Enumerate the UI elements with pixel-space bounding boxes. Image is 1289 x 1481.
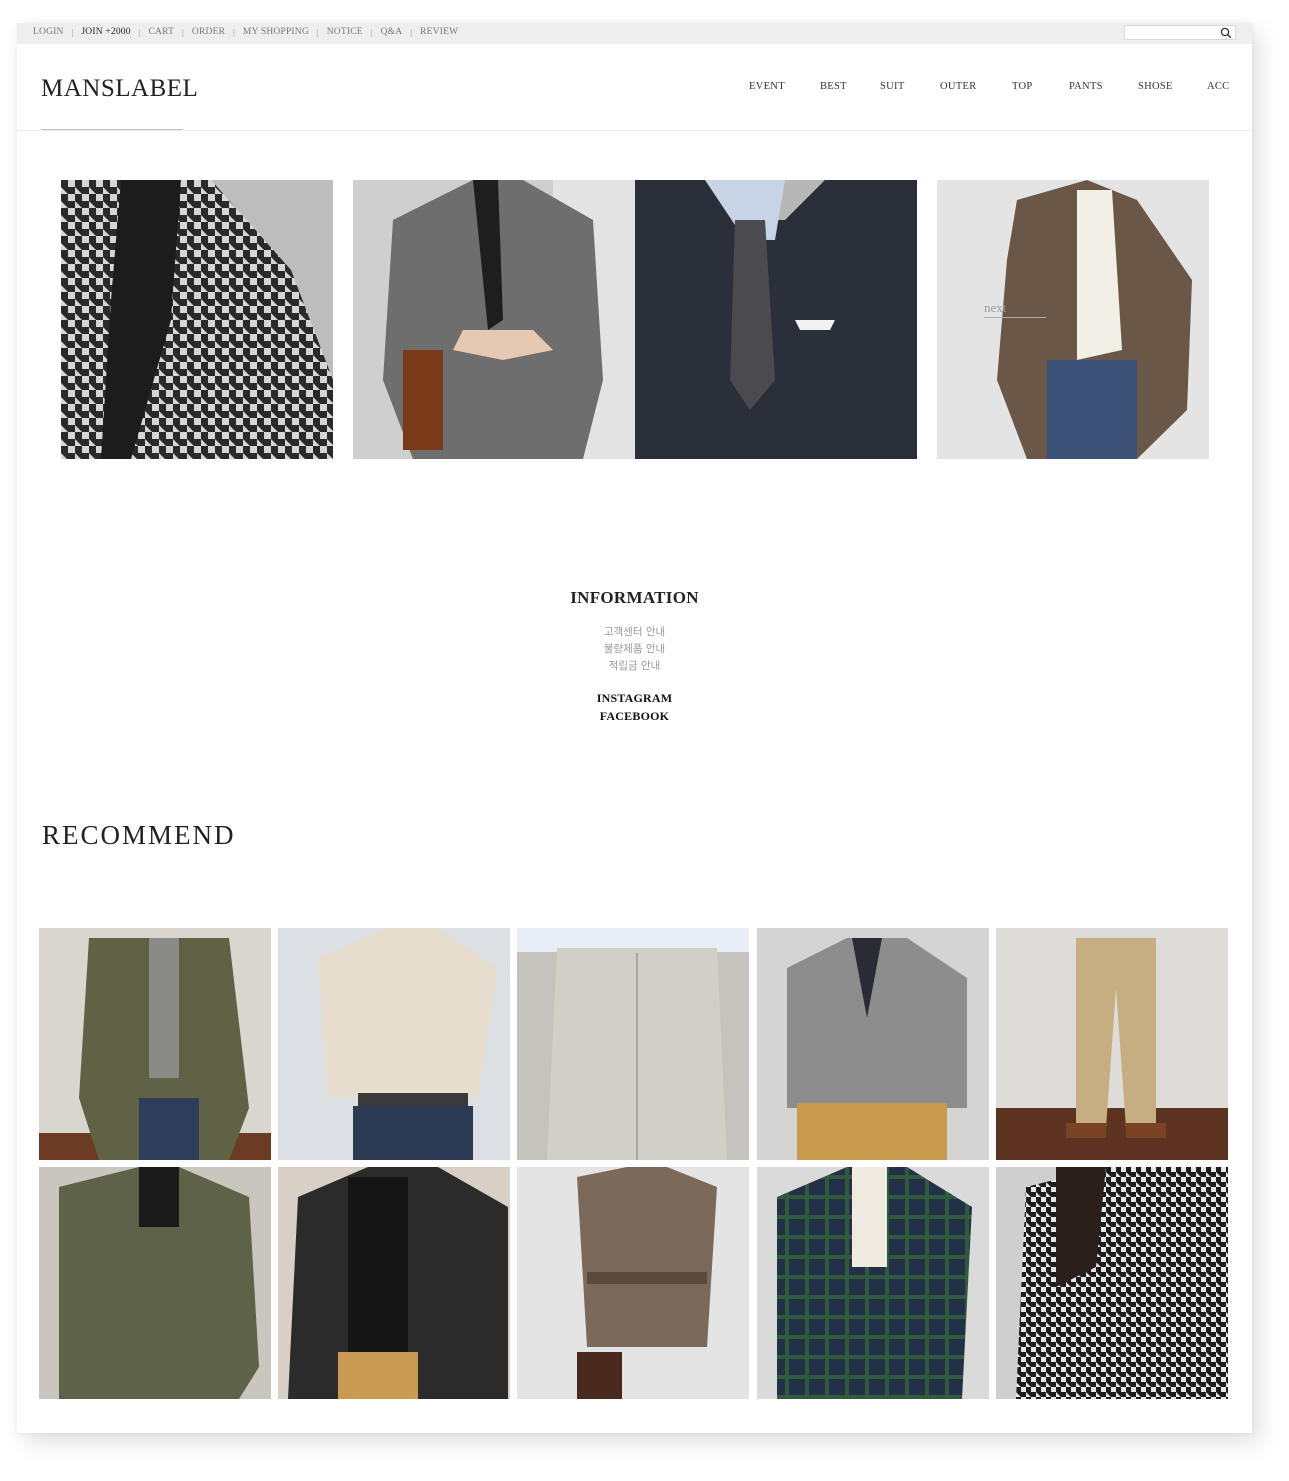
facebook-link[interactable]: FACEBOOK	[17, 709, 1252, 724]
review-link[interactable]: REVIEW	[420, 27, 458, 37]
nav-acc[interactable]: ACC	[1207, 81, 1230, 92]
product-image-cream-henley[interactable]	[278, 928, 510, 1160]
banner-image-tweed-jacket[interactable]	[937, 180, 1209, 459]
product-image-gray-half-zip[interactable]	[757, 928, 989, 1160]
product-image-khaki-pants[interactable]	[996, 928, 1228, 1160]
information-title: INFORMATION	[570, 588, 699, 607]
login-link[interactable]: LOGIN	[33, 27, 64, 37]
join-link[interactable]: JOIN +2000	[81, 27, 130, 37]
cart-link[interactable]: CART	[149, 27, 175, 37]
nav-best[interactable]: BEST	[820, 81, 847, 92]
product-image-olive-field-jacket[interactable]	[39, 928, 271, 1160]
order-link[interactable]: ORDER	[192, 27, 225, 37]
product-image-charcoal-jacket[interactable]	[278, 1167, 510, 1399]
notice-link[interactable]: NOTICE	[327, 27, 363, 37]
divider: |	[370, 27, 373, 37]
product-image-beige-trousers[interactable]	[517, 928, 749, 1160]
nav-shose[interactable]: SHOSE	[1138, 81, 1173, 92]
recommend-title: RECOMMEND	[42, 820, 236, 850]
banner-image-houndstooth[interactable]	[61, 180, 333, 459]
reward-points-link[interactable]: 적립금 안내	[17, 658, 1252, 673]
header-divider	[17, 130, 1252, 131]
banner-next-button[interactable]: next	[984, 300, 1046, 318]
nav-outer[interactable]: OUTER	[940, 81, 977, 92]
nav-top[interactable]: TOP	[1012, 81, 1033, 92]
divider: |	[71, 27, 74, 37]
utility-bar: LOGIN | JOIN +2000 | CART | ORDER | MY S…	[17, 23, 1252, 44]
product-image-olive-parka[interactable]	[39, 1167, 271, 1399]
qa-link[interactable]: Q&A	[381, 27, 403, 37]
instagram-link[interactable]: INSTAGRAM	[17, 691, 1252, 706]
search-box	[1124, 25, 1236, 40]
divider: |	[182, 27, 184, 37]
utility-nav: LOGIN | JOIN +2000 | CART | ORDER | MY S…	[33, 27, 458, 37]
product-image-suede-safari-jacket[interactable]	[517, 1167, 749, 1399]
banner-image-navy-suit[interactable]	[635, 180, 917, 459]
page-container: LOGIN | JOIN +2000 | CART | ORDER | MY S…	[17, 23, 1252, 1433]
divider: |	[233, 27, 235, 37]
defective-product-link[interactable]: 불량제품 안내	[17, 641, 1252, 656]
divider: |	[138, 27, 141, 37]
customer-center-link[interactable]: 고객센터 안내	[17, 624, 1252, 639]
nav-suit[interactable]: SUIT	[880, 81, 905, 92]
nav-event[interactable]: EVENT	[749, 81, 785, 92]
nav-pants[interactable]: PANTS	[1069, 81, 1103, 92]
banner-image-gray-suit[interactable]	[353, 180, 635, 459]
divider: |	[316, 27, 319, 37]
main-nav: EVENT BEST SUIT OUTER TOP PANTS SHOSE AC…	[17, 81, 1252, 97]
my-shopping-link[interactable]: MY SHOPPING	[243, 27, 309, 37]
product-image-tartan-blazer[interactable]	[757, 1167, 989, 1399]
product-image-houndstooth-blazer[interactable]	[996, 1167, 1228, 1399]
search-icon[interactable]	[1220, 27, 1232, 39]
search-input[interactable]	[1125, 26, 1225, 39]
divider: |	[410, 27, 413, 37]
